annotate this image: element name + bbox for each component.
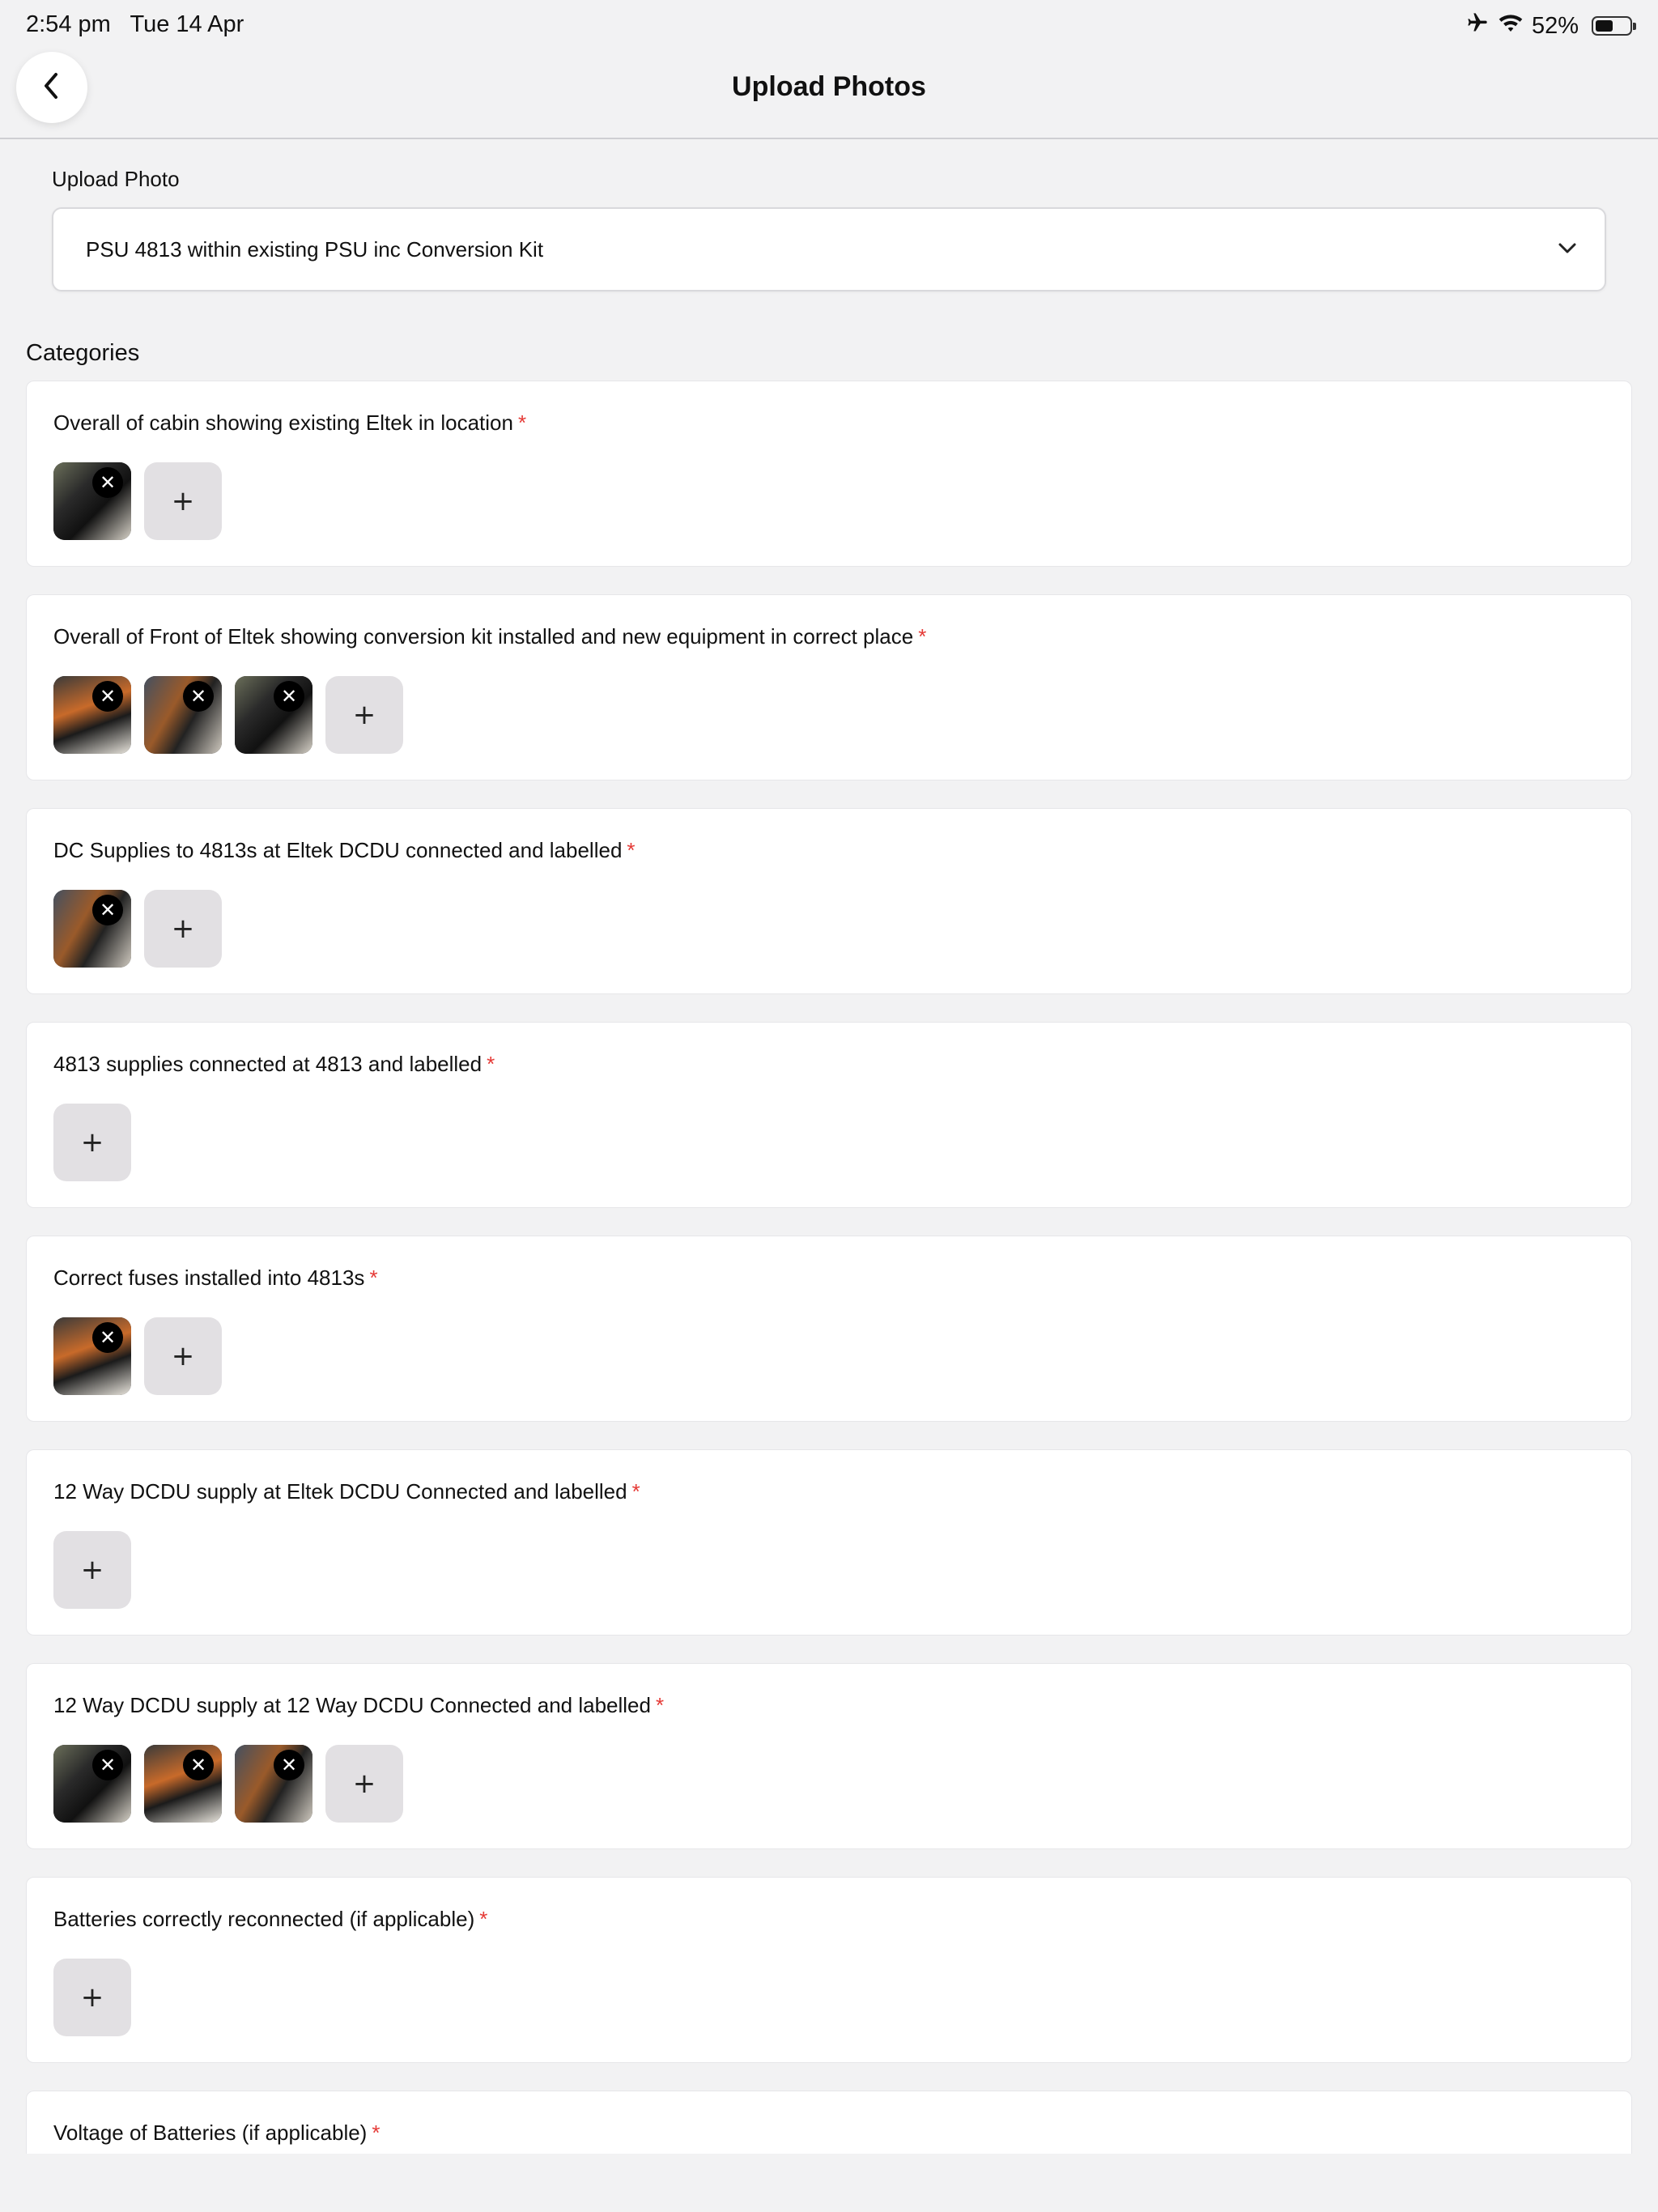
photo-thumbnail[interactable]: ✕	[53, 890, 131, 968]
required-marker: *	[631, 1479, 640, 1504]
upload-photo-label: Upload Photo	[52, 167, 180, 191]
add-photo-button[interactable]: +	[144, 1317, 222, 1395]
remove-photo-button[interactable]: ✕	[92, 1750, 123, 1780]
category-title-text: Voltage of Batteries (if applicable)	[53, 2121, 368, 2145]
category-title-text: Correct fuses installed into 4813s	[53, 1266, 365, 1290]
remove-photo-button[interactable]: ✕	[92, 895, 123, 925]
category-title-text: 12 Way DCDU supply at Eltek DCDU Connect…	[53, 1479, 627, 1504]
category-title: 12 Way DCDU supply at Eltek DCDU Connect…	[53, 1479, 640, 1504]
category-title: Voltage of Batteries (if applicable) *	[53, 2121, 380, 2146]
photo-row: ✕ ✕ ✕ +	[53, 676, 403, 754]
category-title-text: Overall of Front of Eltek showing conver…	[53, 624, 914, 649]
status-time: 2:54 pm	[26, 11, 111, 37]
battery-percent: 52%	[1531, 12, 1579, 39]
photo-row: ✕ ✕ ✕ +	[53, 1745, 403, 1823]
airplane-icon	[1465, 11, 1490, 40]
battery-icon	[1592, 16, 1636, 36]
required-marker: *	[918, 624, 927, 649]
required-marker: *	[517, 410, 527, 435]
upload-type-select[interactable]: PSU 4813 within existing PSU inc Convers…	[52, 207, 1606, 291]
select-value: PSU 4813 within existing PSU inc Convers…	[86, 237, 544, 262]
category-title: Batteries correctly reconnected (if appl…	[53, 1907, 487, 1932]
required-marker: *	[487, 1052, 495, 1076]
remove-photo-button[interactable]: ✕	[183, 681, 214, 712]
add-photo-button[interactable]: +	[325, 676, 403, 754]
required-marker: *	[627, 838, 636, 862]
remove-photo-button[interactable]: ✕	[92, 1322, 123, 1353]
category-title-text: 4813 supplies connected at 4813 and labe…	[53, 1052, 483, 1076]
category-card: Overall of cabin showing existing Eltek …	[26, 381, 1632, 567]
photo-thumbnail[interactable]: ✕	[53, 462, 131, 540]
category-card: 4813 supplies connected at 4813 and labe…	[26, 1022, 1632, 1208]
category-title-text: DC Supplies to 4813s at Eltek DCDU conne…	[53, 838, 623, 862]
nav-bar: Upload Photos	[0, 52, 1658, 139]
photo-thumbnail[interactable]: ✕	[235, 1745, 312, 1823]
add-photo-button[interactable]: +	[53, 1531, 131, 1609]
wifi-icon	[1498, 12, 1524, 40]
remove-photo-button[interactable]: ✕	[274, 681, 304, 712]
photo-thumbnail[interactable]: ✕	[235, 676, 312, 754]
status-indicators: 52%	[1465, 11, 1636, 40]
add-photo-button[interactable]: +	[325, 1745, 403, 1823]
add-photo-button[interactable]: +	[144, 890, 222, 968]
required-marker: *	[655, 1693, 665, 1717]
category-title-text: 12 Way DCDU supply at 12 Way DCDU Connec…	[53, 1693, 651, 1717]
category-card: 12 Way DCDU supply at Eltek DCDU Connect…	[26, 1449, 1632, 1636]
status-date: Tue 14 Apr	[130, 11, 244, 37]
add-photo-button[interactable]: +	[144, 462, 222, 540]
remove-photo-button[interactable]: ✕	[92, 467, 123, 498]
photo-row: +	[53, 1959, 131, 2036]
category-title: Overall of cabin showing existing Eltek …	[53, 410, 526, 436]
category-card: Correct fuses installed into 4813s * ✕ +	[26, 1236, 1632, 1422]
remove-photo-button[interactable]: ✕	[183, 1750, 214, 1780]
category-title: Overall of Front of Eltek showing conver…	[53, 624, 926, 649]
category-card: Voltage of Batteries (if applicable)*+	[26, 2091, 1632, 2154]
category-card: 12 Way DCDU supply at 12 Way DCDU Connec…	[26, 1663, 1632, 1849]
add-photo-button[interactable]: +	[53, 1959, 131, 2036]
category-card: Batteries correctly reconnected (if appl…	[26, 1877, 1632, 2063]
page-title: Upload Photos	[732, 71, 926, 102]
category-title: 4813 supplies connected at 4813 and labe…	[53, 1052, 495, 1077]
photo-thumbnail[interactable]: ✕	[53, 1317, 131, 1395]
category-title: DC Supplies to 4813s at Eltek DCDU conne…	[53, 838, 636, 863]
status-time-date: 2:54 pm Tue 14 Apr	[26, 11, 244, 38]
photo-row: ✕ +	[53, 1317, 222, 1395]
required-marker: *	[372, 2121, 380, 2145]
photo-thumbnail[interactable]: ✕	[144, 676, 222, 754]
category-card: Overall of Front of Eltek showing conver…	[26, 594, 1632, 781]
photo-thumbnail[interactable]: ✕	[144, 1745, 222, 1823]
categories-list: Overall of cabin showing existing Eltek …	[26, 381, 1632, 2154]
categories-heading: Categories	[26, 340, 140, 366]
photo-row: +	[53, 1531, 131, 1609]
category-title-text: Overall of cabin showing existing Eltek …	[53, 410, 513, 435]
photo-row: ✕ +	[53, 462, 222, 540]
category-title: 12 Way DCDU supply at 12 Way DCDU Connec…	[53, 1693, 664, 1718]
status-bar: 2:54 pm Tue 14 Apr 52%	[0, 0, 1658, 52]
photo-thumbnail[interactable]: ✕	[53, 676, 131, 754]
photo-row: ✕ +	[53, 890, 222, 968]
photo-row: +	[53, 1104, 131, 1181]
required-marker: *	[369, 1266, 378, 1290]
remove-photo-button[interactable]: ✕	[92, 681, 123, 712]
chevron-down-icon	[1556, 236, 1579, 259]
photo-thumbnail[interactable]: ✕	[53, 1745, 131, 1823]
category-card: DC Supplies to 4813s at Eltek DCDU conne…	[26, 808, 1632, 994]
required-marker: *	[479, 1907, 488, 1931]
add-photo-button[interactable]: +	[53, 1104, 131, 1181]
category-title: Correct fuses installed into 4813s *	[53, 1266, 378, 1291]
battery-level	[1596, 20, 1613, 32]
category-title-text: Batteries correctly reconnected (if appl…	[53, 1907, 475, 1931]
remove-photo-button[interactable]: ✕	[274, 1750, 304, 1780]
